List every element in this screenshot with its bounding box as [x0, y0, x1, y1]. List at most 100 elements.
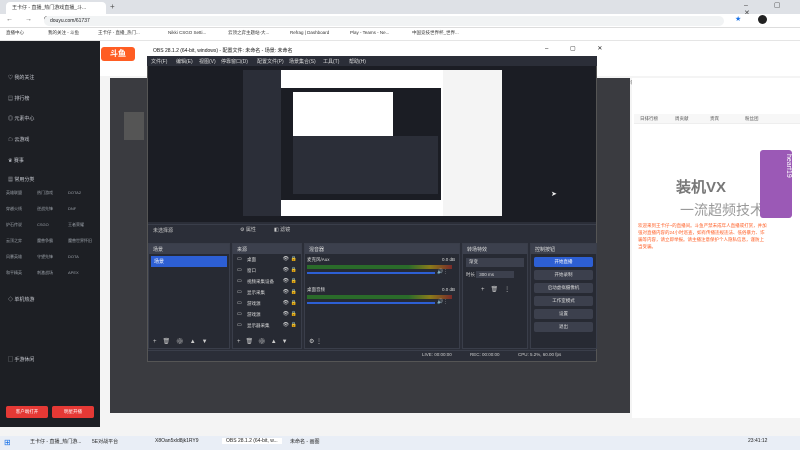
obs-window-controls[interactable]: – ▢ ✕: [545, 45, 612, 52]
side-ad-banner[interactable]: hearf19: [760, 150, 792, 218]
scene-item[interactable]: 场景: [151, 256, 227, 267]
taskbar-item-browser[interactable]: 王卡仔 - 直播_热门游...: [30, 438, 81, 445]
star-stream-button[interactable]: 明星开播: [52, 406, 94, 418]
lock-icon[interactable]: 🔒: [291, 300, 297, 306]
obs-control-button[interactable]: 开始录制: [534, 270, 593, 280]
taskbar-item-obs[interactable]: OBS 28.1.2 (64-bit, w...: [222, 438, 282, 444]
category-link[interactable]: DNF: [68, 206, 76, 211]
visibility-eye-icon[interactable]: 👁: [283, 300, 289, 306]
category-link[interactable]: 王者荣耀: [68, 222, 84, 228]
nav-mobile-games[interactable]: ▢ 手游休闲: [8, 356, 34, 363]
nav-esports[interactable]: ♛ 赛事: [8, 157, 24, 164]
streamer-avatar[interactable]: [124, 112, 144, 140]
obs-preview-canvas[interactable]: [243, 70, 502, 216]
category-link[interactable]: 穿越火线: [6, 206, 22, 212]
visibility-eye-icon[interactable]: 👁: [283, 322, 289, 328]
nav-follow[interactable]: ♡ 我的关注: [8, 74, 34, 81]
duration-input[interactable]: 300 ms: [476, 271, 515, 278]
visibility-eye-icon[interactable]: 👁: [283, 289, 289, 295]
category-link[interactable]: 和平精英: [6, 270, 22, 276]
desktop-volume-slider[interactable]: [307, 302, 435, 304]
category-link[interactable]: 炉石传说: [6, 222, 22, 228]
windows-start-icon[interactable]: ⊞: [4, 438, 11, 447]
new-tab-icon[interactable]: +: [110, 2, 115, 11]
obs-menu-item[interactable]: 视图(V): [199, 58, 216, 65]
obs-menu-item[interactable]: 停靠窗口(D): [221, 58, 248, 65]
category-link[interactable]: DOTA2: [68, 190, 81, 195]
category-link[interactable]: 魔兽世界怀旧: [68, 238, 92, 244]
source-item[interactable]: ▭ 桌面 👁 🔒: [235, 255, 299, 265]
chat-tab-vip[interactable]: 贵宾: [710, 116, 719, 122]
nav-common-categories[interactable]: ▦ 常用分类: [8, 176, 34, 183]
category-link[interactable]: 英雄联盟: [6, 190, 22, 196]
obs-control-button[interactable]: 工作室模式: [534, 296, 593, 306]
visibility-eye-icon[interactable]: 👁: [283, 267, 289, 273]
chat-tab-fans[interactable]: 粉丝团: [745, 116, 759, 122]
category-link[interactable]: 风暴英雄: [6, 254, 22, 260]
obs-menu-item[interactable]: 文件(F): [151, 58, 167, 65]
obs-menu-item[interactable]: 帮助(H): [349, 58, 366, 65]
category-link[interactable]: DOTA: [68, 254, 79, 259]
lock-icon[interactable]: 🔒: [291, 311, 297, 317]
browser-tab-active[interactable]: 王卡仔 - 直播_热门游戏直播_斗...: [6, 2, 106, 14]
desktop-mute-icon[interactable]: 🔊⋮: [437, 299, 448, 305]
bookmark-8[interactable]: 中国竞技世界杯_世界...: [412, 30, 459, 36]
obs-control-button[interactable]: 开始直播: [534, 257, 593, 267]
lock-icon[interactable]: 🔒: [291, 289, 297, 295]
category-link[interactable]: 云顶之弈: [6, 238, 22, 244]
obs-menu-item[interactable]: 工具(T): [323, 58, 339, 65]
category-link[interactable]: 热门游戏: [37, 190, 53, 196]
taskbar-item-x8[interactable]: X8Oan5xld8jk1RY9: [155, 438, 199, 444]
visibility-eye-icon[interactable]: 👁: [283, 256, 289, 262]
source-item[interactable]: ▭ 视频采集设备 👁 🔒: [235, 277, 299, 287]
nav-cloud-game[interactable]: ☁ 云游戏: [8, 136, 29, 143]
category-link[interactable]: 刺激战场: [37, 270, 53, 276]
nav-ranking[interactable]: ▤ 排行榜: [8, 95, 29, 102]
bookmark-5[interactable]: 云顶之弈主题站-大...: [228, 30, 269, 36]
source-item[interactable]: ▭ 游戏源 👁 🔒: [235, 310, 299, 320]
obs-menu-item[interactable]: 配置文件(P): [257, 58, 284, 65]
nav-element-center[interactable]: ◎ 元素中心: [8, 115, 34, 122]
chat-tab-daily[interactable]: 日排行榜: [640, 116, 658, 122]
properties-button[interactable]: ⚙ 属性: [240, 226, 256, 233]
source-item[interactable]: ▭ 显示器采集 👁 🔒: [235, 321, 299, 331]
mixer-controls[interactable]: ⚙ ⋮: [309, 338, 322, 345]
visibility-eye-icon[interactable]: 👁: [283, 278, 289, 284]
mic-volume-slider[interactable]: [307, 272, 435, 274]
mic-mute-icon[interactable]: 🔊⋮: [437, 269, 448, 275]
obs-control-button[interactable]: 启动虚拟摄像机: [534, 283, 593, 293]
bookmark-4[interactable]: Nikki CSGO Setti...: [168, 30, 206, 35]
bookmark-3[interactable]: 王卡仔 - 直播_热门...: [98, 30, 140, 36]
bookmark-1[interactable]: 直播中心: [6, 30, 24, 36]
bookmark-6[interactable]: Refrag | Dashboard: [290, 30, 329, 35]
open-client-button[interactable]: 客户端打开: [6, 406, 48, 418]
obs-menu-item[interactable]: 编辑(E): [176, 58, 193, 65]
category-link[interactable]: 逆战先锋: [37, 206, 53, 212]
lock-icon[interactable]: 🔒: [291, 256, 297, 262]
filters-button[interactable]: ◧ 滤镜: [274, 226, 290, 233]
category-link[interactable]: 守望先锋: [37, 254, 53, 260]
source-item[interactable]: ▭ 窗口 👁 🔒: [235, 266, 299, 276]
transition-select[interactable]: 渐变: [466, 258, 524, 267]
scene-controls[interactable]: +🗑⚙▲▼: [153, 338, 214, 345]
obs-menu-item[interactable]: 场景集合(S): [289, 58, 316, 65]
transition-controls[interactable]: +🗑⋮: [481, 286, 527, 293]
source-item[interactable]: ▭ 游戏源 👁 🔒: [235, 299, 299, 309]
star-icon[interactable]: ★: [735, 15, 741, 23]
bookmark-2[interactable]: 我的关注 - 斗鱼: [48, 30, 79, 36]
taskbar-item-paint[interactable]: 未命名 - 画图: [290, 438, 319, 445]
visibility-eye-icon[interactable]: 👁: [283, 311, 289, 317]
taskbar-item-5e[interactable]: 5E对战平台: [92, 438, 118, 445]
source-item[interactable]: ▭ 显示采集 👁 🔒: [235, 288, 299, 298]
nav-single-games[interactable]: ◇ 单机热游: [8, 296, 34, 303]
category-link[interactable]: 魔兽争霸: [37, 238, 53, 244]
lock-icon[interactable]: 🔒: [291, 267, 297, 273]
bookmark-7[interactable]: Play - Teams - Ne...: [350, 30, 389, 35]
lock-icon[interactable]: 🔒: [291, 278, 297, 284]
category-link[interactable]: APEX: [68, 270, 79, 275]
douyu-logo[interactable]: 斗鱼: [101, 47, 135, 61]
category-link[interactable]: CSGO: [37, 222, 49, 227]
address-bar[interactable]: douyu.com/61737: [44, 16, 724, 26]
obs-control-button[interactable]: 退出: [534, 322, 593, 332]
profile-avatar[interactable]: [758, 15, 767, 24]
